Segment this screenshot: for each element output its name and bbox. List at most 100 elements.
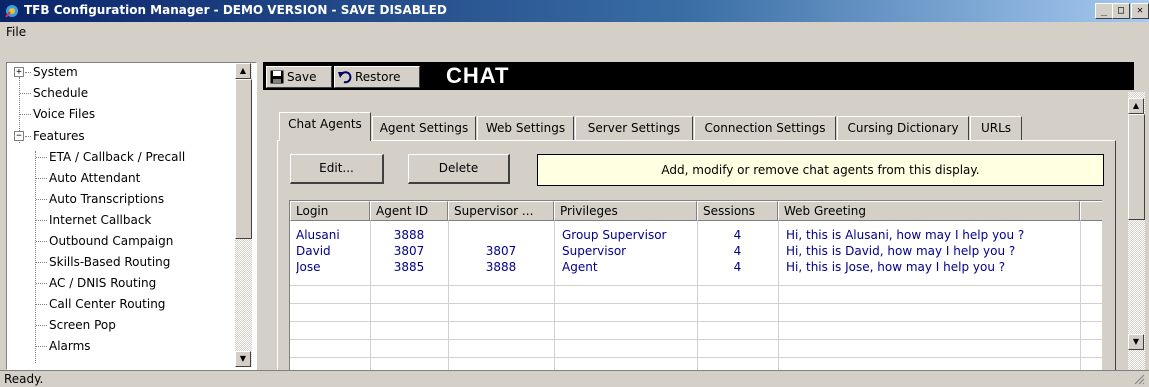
scroll-down-icon[interactable]: ▼ <box>1128 334 1144 350</box>
tree-connector <box>36 325 47 326</box>
info-box: Add, modify or remove chat agents from t… <box>537 154 1104 186</box>
column-header-privileges[interactable]: Privileges <box>554 201 697 221</box>
header-bar: Save Restore CHAT <box>263 62 1134 90</box>
restore-label: Restore <box>355 70 401 84</box>
grid-line <box>290 285 1102 286</box>
column-header-supervisor[interactable]: Supervisor ... <box>448 201 554 221</box>
table-cell-supervisor[interactable]: 3807 <box>448 243 554 259</box>
tree-connector <box>36 241 47 242</box>
tree-expand-icon[interactable]: + <box>14 67 24 77</box>
tab-urls[interactable]: URLs <box>970 116 1022 140</box>
edit-button[interactable]: Edit... <box>290 154 384 184</box>
table-cell-web-greeting[interactable]: Hi, this is Jose, how may I help you ? <box>786 259 1078 275</box>
tab-chat-agents[interactable]: Chat Agents <box>279 112 371 141</box>
title-bar: TFB Configuration Manager - DEMO VERSION… <box>0 0 1149 22</box>
tree-item-skills-based-routing[interactable]: Skills-Based Routing <box>49 254 170 270</box>
save-label: Save <box>287 70 317 84</box>
tree-item-ac-dnis-routing[interactable]: AC / DNIS Routing <box>49 275 156 291</box>
table-cell-privileges[interactable]: Group Supervisor <box>562 227 696 243</box>
grid-line <box>290 357 1102 358</box>
tree-connector <box>36 157 47 158</box>
tree-connector <box>36 199 47 200</box>
tab-connection-settings[interactable]: Connection Settings <box>694 116 836 140</box>
content-scrollbar[interactable]: ▲ ▼ <box>1128 92 1145 370</box>
delete-button[interactable]: Delete <box>408 154 510 184</box>
tab-agent-settings[interactable]: Agent Settings <box>372 116 476 140</box>
tree-connector <box>20 114 31 115</box>
tab-server-settings[interactable]: Server Settings <box>575 116 693 140</box>
grid-line <box>778 221 779 370</box>
tree-item-system[interactable]: System <box>33 64 78 80</box>
table-cell-sessions[interactable]: 4 <box>697 259 778 275</box>
tree-item-features[interactable]: Features <box>33 128 85 144</box>
tree-item-voice-files[interactable]: Voice Files <box>33 106 95 122</box>
agents-table[interactable]: Login Agent ID Supervisor ... Privileges… <box>289 200 1102 370</box>
table-cell-agent-id[interactable]: 3888 <box>370 227 448 243</box>
scroll-down-icon[interactable]: ▼ <box>235 351 251 367</box>
tree-item-alarms[interactable]: Alarms <box>49 338 91 354</box>
tab-cursing-dictionary[interactable]: Cursing Dictionary <box>837 116 969 140</box>
tree-connector <box>36 178 47 179</box>
table-cell-privileges[interactable]: Agent <box>562 259 696 275</box>
tree-connector <box>25 72 31 73</box>
column-header-agent-id[interactable]: Agent ID <box>370 201 448 221</box>
tree-connector <box>36 283 47 284</box>
table-cell-agent-id[interactable]: 3807 <box>370 243 448 259</box>
window-title: TFB Configuration Manager - DEMO VERSION… <box>24 3 447 17</box>
navigation-tree[interactable]: + System Schedule Voice Files − Features… <box>6 62 257 370</box>
menu-bar: File <box>0 22 1149 42</box>
scroll-up-icon[interactable]: ▲ <box>235 63 251 79</box>
tab-web-settings[interactable]: Web Settings <box>477 116 574 140</box>
tree-item-outbound-campaign[interactable]: Outbound Campaign <box>49 233 173 249</box>
content-scroll-thumb[interactable] <box>1128 114 1145 220</box>
tree-connector <box>36 220 47 221</box>
tree-item-internet-callback[interactable]: Internet Callback <box>49 212 151 228</box>
floppy-disk-icon <box>270 70 284 84</box>
status-text: Ready. <box>4 372 44 386</box>
grid-line <box>554 221 555 370</box>
grid-line <box>290 303 1102 304</box>
tree-connector <box>36 304 47 305</box>
table-cell-privileges[interactable]: Supervisor <box>562 243 696 259</box>
column-header-web-greeting[interactable]: Web Greeting <box>778 201 1080 221</box>
minimize-button[interactable]: _ <box>1095 3 1113 19</box>
table-cell-web-greeting[interactable]: Hi, this is Alusani, how may I help you … <box>786 227 1078 243</box>
tree-item-eta-callback[interactable]: ETA / Callback / Precall <box>49 149 185 165</box>
tree-connector <box>35 151 36 363</box>
tree-item-screen-pop[interactable]: Screen Pop <box>49 317 116 333</box>
grid-line <box>290 339 1102 340</box>
table-cell-sessions[interactable]: 4 <box>697 243 778 259</box>
menu-file[interactable]: File <box>6 25 26 39</box>
column-header-login[interactable]: Login <box>290 201 370 221</box>
tree-connector <box>36 346 47 347</box>
restore-button[interactable]: Restore <box>334 66 420 88</box>
table-cell-supervisor[interactable]: 3888 <box>448 259 554 275</box>
table-cell-login[interactable]: Alusani <box>296 227 368 243</box>
save-button[interactable]: Save <box>266 66 332 88</box>
tree-collapse-icon[interactable]: − <box>14 131 24 141</box>
resize-grip-icon[interactable] <box>1133 373 1145 385</box>
table-cell-web-greeting[interactable]: Hi, this is David, how may I help you ? <box>786 243 1078 259</box>
column-header-filler <box>1080 201 1102 221</box>
table-cell-login[interactable]: Jose <box>296 259 368 275</box>
tree-item-auto-transcriptions[interactable]: Auto Transcriptions <box>49 191 164 207</box>
table-cell-agent-id[interactable]: 3885 <box>370 259 448 275</box>
maximize-button[interactable]: □ <box>1112 3 1130 19</box>
pane-splitter[interactable] <box>258 60 262 370</box>
app-icon <box>5 5 18 18</box>
grid-line <box>1080 221 1081 370</box>
table-cell-supervisor[interactable] <box>448 227 554 243</box>
tree-connector <box>36 262 47 263</box>
column-header-sessions[interactable]: Sessions <box>697 201 778 221</box>
table-cell-login[interactable]: David <box>296 243 368 259</box>
page-title: CHAT <box>446 63 510 88</box>
grid-line <box>290 321 1102 322</box>
tree-item-auto-attendant[interactable]: Auto Attendant <box>49 170 140 186</box>
tree-item-call-center-routing[interactable]: Call Center Routing <box>49 296 165 312</box>
scroll-up-icon[interactable]: ▲ <box>1128 98 1144 114</box>
tree-scroll-thumb[interactable] <box>235 79 252 239</box>
table-cell-sessions[interactable]: 4 <box>697 227 778 243</box>
tree-connector <box>25 136 31 137</box>
tree-item-schedule[interactable]: Schedule <box>33 85 88 101</box>
close-button[interactable]: ✕ <box>1131 3 1149 19</box>
